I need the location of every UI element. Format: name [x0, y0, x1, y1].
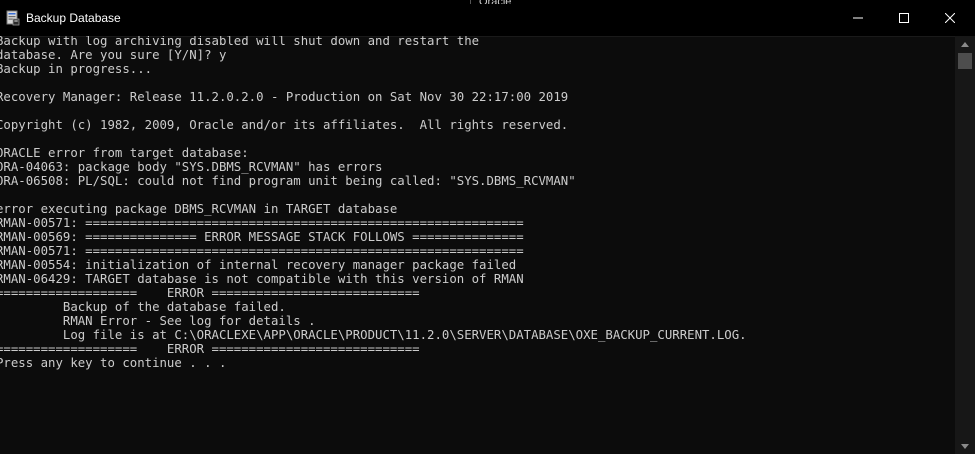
maximize-icon — [899, 13, 909, 23]
scroll-thumb[interactable] — [958, 53, 972, 69]
minimize-icon — [853, 17, 863, 19]
scroll-up-arrow-icon — [961, 41, 969, 47]
minimize-button[interactable] — [835, 0, 881, 36]
console-line: Log file is at C:\ORACLEXE\APP\ORACLE\PR… — [0, 328, 747, 342]
maximize-button[interactable] — [881, 0, 927, 36]
console-window: Backup Database Oracle Backup with log a… — [0, 0, 975, 454]
console-app-icon — [6, 10, 20, 26]
close-icon — [945, 13, 955, 23]
console-line: =================== ERROR ==============… — [0, 342, 420, 356]
console-line: Backup in progress... — [0, 62, 153, 76]
console-line: Press any key to continue . . . — [0, 356, 227, 370]
console-line: Backup with log archiving disabled will … — [0, 36, 480, 48]
console-line: RMAN Error - See log for details . — [0, 314, 316, 328]
behind-window-title: Oracle — [470, 0, 550, 4]
close-button[interactable] — [927, 0, 973, 36]
console-line: error executing package DBMS_RCVMAN in T… — [0, 202, 398, 216]
console-line: database. Are you sure [Y/N]? y — [0, 48, 227, 62]
console-line: RMAN-00571: ============================… — [0, 244, 524, 258]
console-line: RMAN-00571: ============================… — [0, 216, 524, 230]
console-lines: Backup with log archiving disabled will … — [0, 36, 747, 370]
console-line: ORA-04063: package body "SYS.DBMS_RCVMAN… — [0, 160, 383, 174]
console-line: Recovery Manager: Release 11.2.0.2.0 - P… — [0, 90, 569, 104]
scroll-down-arrow-icon — [961, 443, 969, 449]
console-line: ORACLE error from target database: — [0, 146, 249, 160]
console-output[interactable]: Backup with log archiving disabled will … — [0, 36, 955, 454]
vertical-scrollbar[interactable] — [955, 36, 975, 454]
title-bar[interactable]: Backup Database Oracle — [0, 0, 975, 37]
window-title: Backup Database — [26, 11, 121, 25]
console-line: Copyright (c) 1982, 2009, Oracle and/or … — [0, 118, 569, 132]
console-line: Backup of the database failed. — [0, 300, 286, 314]
scroll-up-button[interactable] — [955, 36, 975, 52]
console-line: =================== ERROR ==============… — [0, 286, 420, 300]
scroll-down-button[interactable] — [955, 438, 975, 454]
console-line: RMAN-06429: TARGET database is not compa… — [0, 272, 524, 286]
console-line: RMAN-00569: =============== ERROR MESSAG… — [0, 230, 524, 244]
console-line: RMAN-00554: initialization of internal r… — [0, 258, 517, 272]
console-line: ORA-06508: PL/SQL: could not find progra… — [0, 174, 576, 188]
